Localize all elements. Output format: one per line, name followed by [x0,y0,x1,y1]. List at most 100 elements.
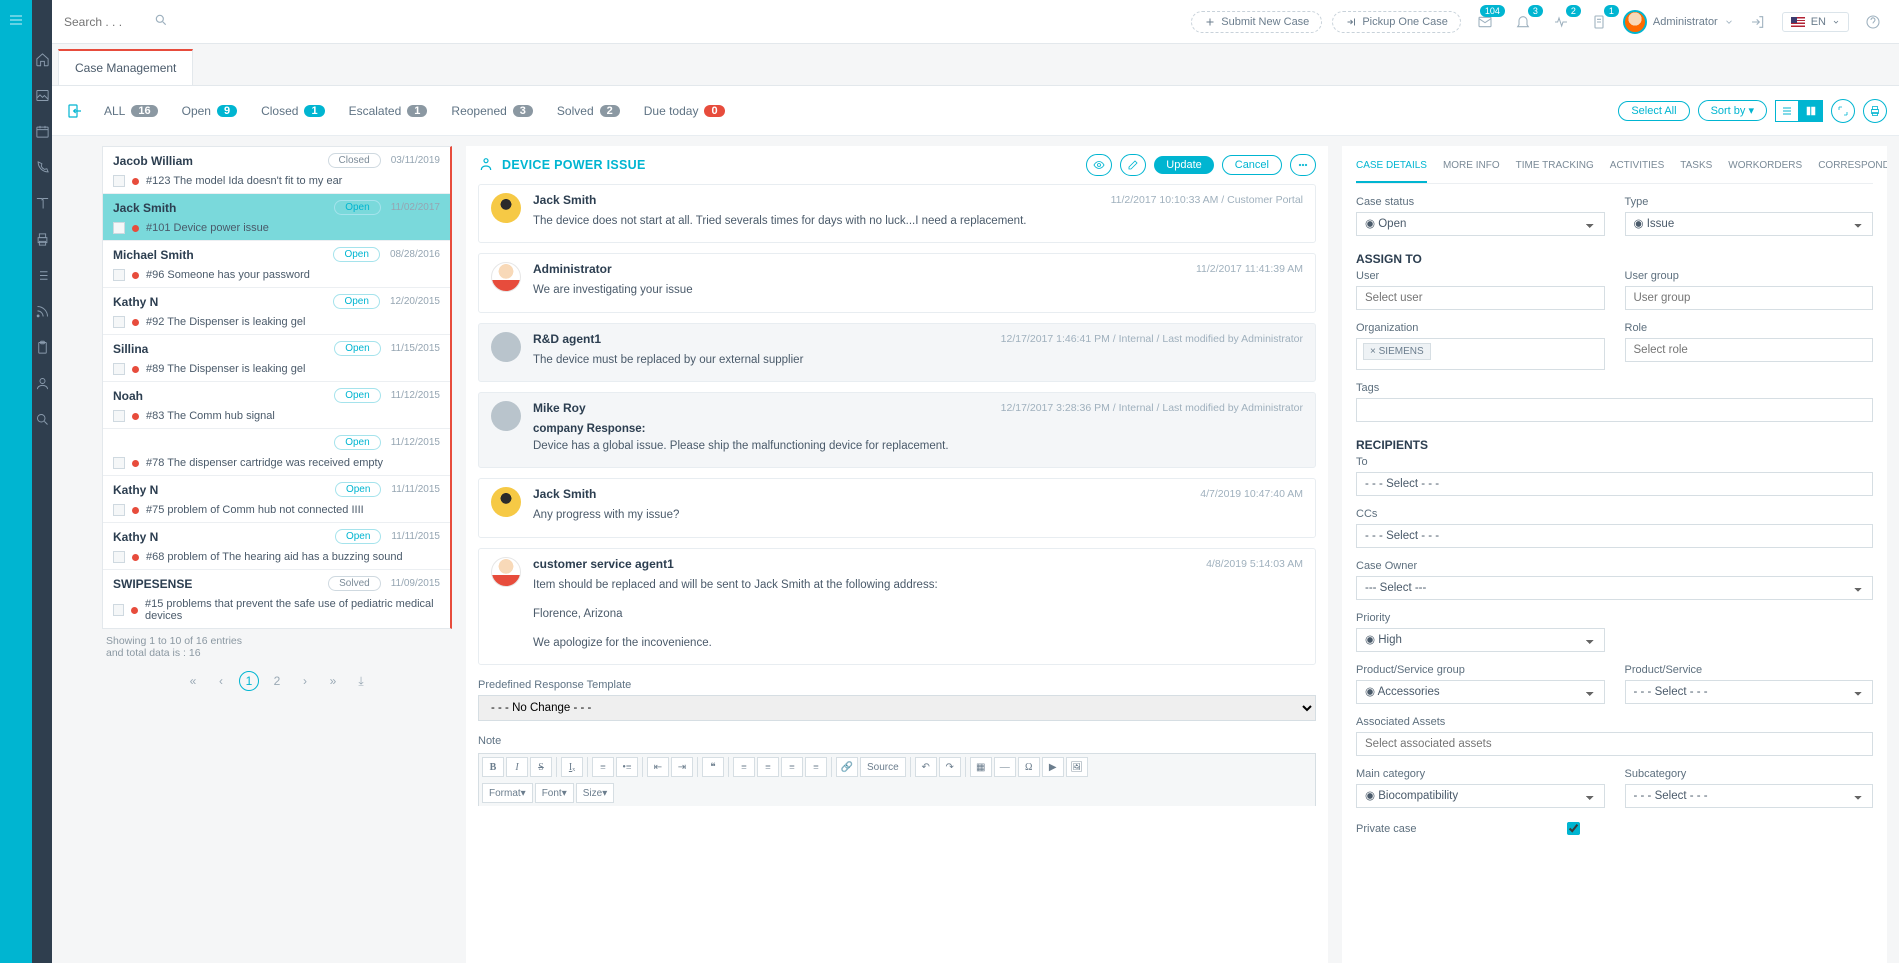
pager-last[interactable]: » [323,671,343,691]
undo-icon[interactable]: ↶ [915,757,937,777]
org-tag[interactable]: × SIEMENS [1363,343,1431,360]
sort-by-button[interactable]: Sort by ▾ [1698,100,1767,121]
case-checkbox[interactable] [113,604,124,616]
quote-icon[interactable]: ❝ [702,757,724,777]
rss-icon[interactable] [33,302,51,320]
ps-select[interactable]: - - - Select - - - [1625,680,1874,704]
redo-icon[interactable]: ↷ [939,757,961,777]
status-select[interactable]: ◉ Open [1356,212,1605,236]
align-center-icon[interactable]: ≡ [757,757,779,777]
case-checkbox[interactable] [113,504,125,516]
edit-icon[interactable] [1120,154,1146,176]
case-item[interactable]: Kathy NOpen11/11/2015#75 problem of Comm… [103,476,450,523]
list-num-icon[interactable]: ≡ [592,757,614,777]
home-icon[interactable] [33,50,51,68]
case-checkbox[interactable] [113,175,125,187]
case-item[interactable]: Jacob WilliamClosed03/11/2019#123 The mo… [103,147,450,194]
search-icon[interactable] [154,13,168,30]
source-button[interactable]: Source [860,757,906,777]
case-item[interactable]: SWIPESENSESolved11/09/2015#15 problems t… [103,570,450,628]
pager-page-1[interactable]: 1 [239,671,259,691]
help-icon[interactable] [1859,8,1887,36]
pickup-case-button[interactable]: Pickup One Case [1332,11,1461,33]
filter-escalated[interactable]: Escalated1 [349,104,428,118]
to-select[interactable]: - - - Select - - - [1356,472,1873,496]
list-icon[interactable] [33,266,51,284]
indent-icon[interactable]: ⇥ [671,757,693,777]
align-justify-icon[interactable]: ≡ [805,757,827,777]
case-checkbox[interactable] [113,363,125,375]
remove-format-icon[interactable]: Iₓ [561,757,583,777]
case-item[interactable]: SillinaOpen11/15/2015#89 The Dispenser i… [103,335,450,382]
cancel-button[interactable]: Cancel [1222,155,1282,175]
italic-icon[interactable]: I [506,757,528,777]
filter-all[interactable]: ALL16 [104,104,158,118]
doc-icon[interactable]: 1 [1585,8,1613,36]
case-item[interactable]: NoahOpen11/12/2015#83 The Comm hub signa… [103,382,450,429]
case-item[interactable]: Open11/12/2015#78 The dispenser cartridg… [103,429,450,476]
expand-icon[interactable] [1831,99,1855,123]
maincat-select[interactable]: ◉ Biocompatibility [1356,784,1605,808]
case-item[interactable]: Michael SmithOpen08/28/2016#96 Someone h… [103,241,450,288]
detail-tab[interactable]: ACTIVITIES [1610,154,1664,183]
download-icon[interactable]: ⤓ [351,671,371,691]
tags-input[interactable] [1356,398,1873,422]
embed-icon[interactable]: ▶ [1042,757,1064,777]
detail-tab[interactable]: CASE DETAILS [1356,154,1427,183]
tab-case-management[interactable]: Case Management [58,49,193,85]
case-item[interactable]: Jack SmithOpen11/02/2017#101 Device powe… [103,194,450,241]
detail-tab[interactable]: WORKORDERS [1728,154,1802,183]
organization-input[interactable]: × SIEMENS [1356,338,1605,370]
case-item[interactable]: Kathy NOpen12/20/2015#92 The Dispenser i… [103,288,450,335]
detail-tab[interactable]: TASKS [1680,154,1712,183]
special-char-icon[interactable]: Ω [1018,757,1040,777]
filter-open[interactable]: Open9 [182,104,237,118]
view-icon[interactable] [1086,154,1112,176]
exit-icon[interactable] [64,100,86,122]
bell-icon[interactable]: 3 [1509,8,1537,36]
psgroup-select[interactable]: ◉ Accessories [1356,680,1605,704]
phone-icon[interactable] [33,158,51,176]
font-dropdown[interactable]: Font ▾ [535,783,574,803]
pager-next[interactable]: › [295,671,315,691]
menu-icon[interactable] [0,4,32,36]
format-dropdown[interactable]: Format ▾ [482,783,533,803]
print-icon[interactable] [1863,99,1887,123]
more-icon[interactable] [1290,154,1316,176]
user-group-input[interactable] [1625,286,1874,310]
link-icon[interactable]: 🔗 [836,757,858,777]
pager-page-2[interactable]: 2 [267,671,287,691]
type-select[interactable]: ◉ Issue [1625,212,1874,236]
user-menu[interactable]: Administrator [1623,10,1734,34]
align-right-icon[interactable]: ≡ [781,757,803,777]
pulse-icon[interactable]: 2 [1547,8,1575,36]
calendar-icon[interactable] [33,122,51,140]
subcat-select[interactable]: - - - Select - - - [1625,784,1874,808]
select-all-button[interactable]: Select All [1618,101,1689,121]
response-template-select[interactable]: - - - No Change - - - [478,695,1316,721]
table-icon[interactable]: ▦ [970,757,992,777]
outdent-icon[interactable]: ⇤ [647,757,669,777]
case-checkbox[interactable] [113,410,125,422]
detail-tab[interactable]: CORRESPONDENCES [1818,154,1887,183]
strike-icon[interactable]: S [530,757,552,777]
hr-icon[interactable]: — [994,757,1016,777]
align-left-icon[interactable]: ≡ [733,757,755,777]
case-checkbox[interactable] [113,316,125,328]
language-selector[interactable]: EN [1782,12,1849,32]
filter-reopened[interactable]: Reopened3 [451,104,533,118]
search-input[interactable] [64,15,144,29]
list-bul-icon[interactable]: •≡ [616,757,638,777]
role-input[interactable] [1625,338,1874,362]
filter-solved[interactable]: Solved2 [557,104,620,118]
mail-icon[interactable]: 104 [1471,8,1499,36]
image-icon[interactable] [33,86,51,104]
user-icon[interactable] [33,374,51,392]
case-checkbox[interactable] [113,222,125,234]
case-item[interactable]: Kathy NOpen11/11/2015#68 problem of The … [103,523,450,570]
view-split-icon[interactable] [1799,100,1823,122]
assets-input[interactable] [1356,732,1873,756]
update-button[interactable]: Update [1154,156,1213,174]
filter-closed[interactable]: Closed1 [261,104,324,118]
pager-prev[interactable]: ‹ [211,671,231,691]
